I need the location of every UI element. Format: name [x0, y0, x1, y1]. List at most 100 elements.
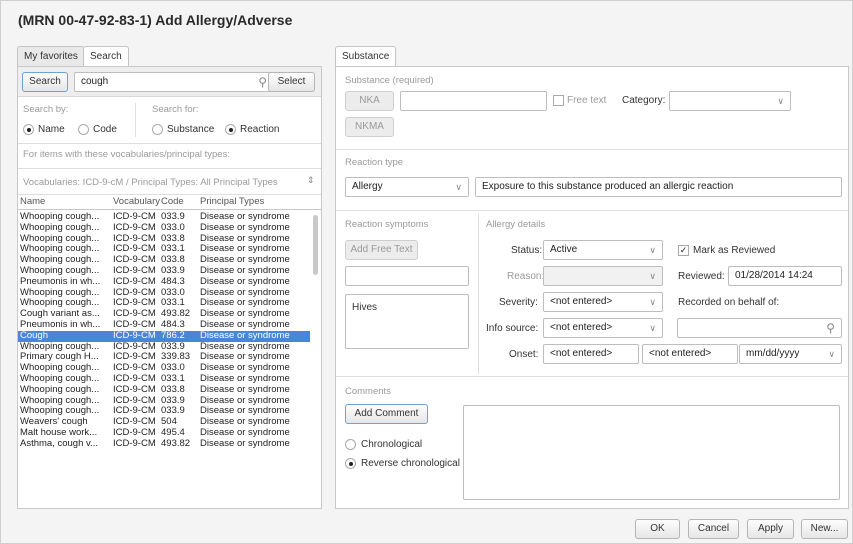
mark-reviewed-checkbox[interactable]: ✓	[678, 245, 689, 256]
search-panel: Search cough ⚲ Select Search by: Search …	[17, 66, 322, 509]
severity-value: <not entered>	[550, 296, 613, 307]
divider	[336, 149, 848, 150]
header-vocabulary[interactable]: Vocabulary	[113, 196, 161, 208]
nka-button[interactable]: NKA	[345, 91, 394, 111]
chronological-label: Chronological	[361, 439, 423, 450]
info-source-select[interactable]: <not entered> ∨	[543, 318, 663, 338]
status-label: Status:	[511, 245, 543, 256]
reason-select[interactable]: ∨	[543, 266, 663, 286]
apply-button[interactable]: Apply	[747, 519, 794, 539]
search-input[interactable]: cough ⚲	[74, 72, 274, 92]
tab-substance[interactable]: Substance	[335, 46, 397, 67]
category-select[interactable]: ∨	[669, 91, 791, 111]
onset-field-1[interactable]: <not entered>	[543, 344, 639, 364]
symptom-input[interactable]	[345, 266, 469, 286]
results-scrollbar[interactable]	[313, 215, 318, 275]
chevron-down-icon: ∨	[649, 245, 656, 255]
search-icon: ⚲	[258, 75, 267, 89]
reviewed-field[interactable]: 01/28/2014 14:24	[728, 266, 842, 286]
result-code: 033.8	[161, 383, 185, 395]
result-principal-type: Disease or syndrome	[200, 383, 290, 395]
result-principal-type: Disease or syndrome	[200, 330, 310, 342]
tab-my-favorites[interactable]: My favorites	[17, 46, 85, 66]
chevron-down-icon: ∨	[777, 96, 784, 106]
header-principal-types[interactable]: Principal Types	[200, 196, 310, 208]
radio-name[interactable]	[23, 124, 34, 135]
search-button[interactable]: Search	[22, 72, 68, 92]
result-name: Asthma, cough v...	[20, 437, 98, 449]
radio-reverse-chronological[interactable]	[345, 458, 356, 469]
reaction-description: Exposure to this substance produced an a…	[475, 177, 842, 197]
select-button[interactable]: Select	[268, 72, 315, 92]
mark-reviewed-label: Mark as Reviewed	[693, 245, 776, 256]
result-vocabulary: ICD-9-CM	[113, 221, 156, 233]
divider	[135, 103, 136, 137]
radio-chronological[interactable]	[345, 439, 356, 450]
table-row[interactable]: Whooping cough... ICD-9-CM 033.8 Disease or…	[18, 383, 310, 396]
divider	[18, 168, 321, 169]
radio-reaction[interactable]	[225, 124, 236, 135]
updown-icon: ⇕	[307, 175, 315, 185]
allergy-details-label: Allergy details	[486, 219, 546, 230]
new-button[interactable]: New...	[801, 519, 848, 539]
reaction-type-value: Allergy	[352, 181, 383, 192]
result-name: Pneumonis in wh...	[20, 275, 101, 287]
table-row[interactable]: Cough ICD-9-CM 786.2 Disease or syndrome	[18, 330, 310, 342]
divider	[336, 210, 848, 211]
result-principal-type: Disease or syndrome	[200, 437, 290, 449]
comment-textarea[interactable]	[463, 405, 840, 500]
status-value: Active	[550, 244, 578, 255]
search-for-label: Search for:	[152, 104, 199, 115]
reaction-type-label: Reaction type	[345, 157, 404, 168]
chevron-down-icon: ∨	[649, 297, 656, 307]
vocab-select[interactable]: Vocabularies: ICD-9-cM / Principal Types…	[18, 171, 321, 193]
severity-label: Severity:	[499, 297, 538, 308]
add-free-text-button[interactable]: Add Free Text	[345, 240, 418, 260]
result-name: Cough	[18, 330, 113, 342]
nkma-button[interactable]: NKMA	[345, 117, 394, 137]
header-name[interactable]: Name	[18, 196, 113, 208]
vocab-note: For items with these vocabularies/princi…	[23, 149, 230, 160]
reaction-type-select[interactable]: Allergy ∨	[345, 177, 469, 197]
reason-label: Reason:	[507, 271, 545, 282]
cancel-button[interactable]: Cancel	[688, 519, 739, 539]
status-select[interactable]: Active ∨	[543, 240, 663, 260]
dialog-title: (MRN 00-47-92-83-1) Add Allergy/Adverse	[18, 12, 293, 28]
result-vocabulary: ICD-9-CM	[113, 330, 161, 342]
result-code: 493.82	[161, 437, 191, 449]
symptoms-list[interactable]: Hives	[345, 294, 469, 349]
divider	[18, 194, 321, 195]
radio-code[interactable]	[78, 124, 89, 135]
symptom-item[interactable]: Hives	[352, 302, 377, 313]
result-vocabulary: ICD-9-CM	[113, 275, 156, 287]
result-vocabulary: ICD-9-CM	[113, 383, 156, 395]
result-code: 484.3	[161, 275, 185, 287]
divider	[336, 376, 848, 377]
onset-field-2[interactable]: <not entered>	[642, 344, 738, 364]
chevron-down-icon: ∨	[649, 323, 656, 333]
free-text-checkbox[interactable]	[553, 95, 564, 106]
radio-substance-label: Substance	[167, 124, 215, 135]
info-source-label: Info source:	[486, 323, 539, 334]
radio-substance[interactable]	[152, 124, 163, 135]
table-row[interactable]: Asthma, cough v... ICD-9-CM 493.82 Disease …	[18, 437, 310, 450]
severity-select[interactable]: <not entered> ∨	[543, 292, 663, 312]
add-comment-button[interactable]: Add Comment	[345, 404, 428, 424]
table-row[interactable]: Whooping cough... ICD-9-CM 033.0 Disease or…	[18, 221, 310, 234]
substance-panel: Substance (required) NKA Free text Categ…	[335, 66, 849, 509]
behalf-label: Recorded on behalf of:	[678, 297, 780, 308]
chevron-down-icon: ∨	[649, 271, 656, 281]
radio-reaction-label: Reaction	[240, 124, 280, 135]
reverse-chronological-label: Reverse chronological	[361, 458, 460, 469]
ok-button[interactable]: OK	[635, 519, 680, 539]
info-source-value: <not entered>	[550, 322, 613, 333]
reaction-symptoms-label: Reaction symptoms	[345, 219, 429, 230]
search-icon: ⚲	[826, 321, 835, 335]
onset-date-select[interactable]: mm/dd/yyyy ∨	[739, 344, 842, 364]
substance-input[interactable]	[400, 91, 547, 111]
table-row[interactable]: Pneumonis in wh... ICD-9-CM 484.3 Disease o…	[18, 275, 310, 288]
result-code: 786.2	[161, 330, 200, 342]
behalf-input[interactable]: ⚲	[677, 318, 842, 338]
tab-search[interactable]: Search	[83, 46, 129, 67]
header-code[interactable]: Code	[161, 196, 200, 208]
